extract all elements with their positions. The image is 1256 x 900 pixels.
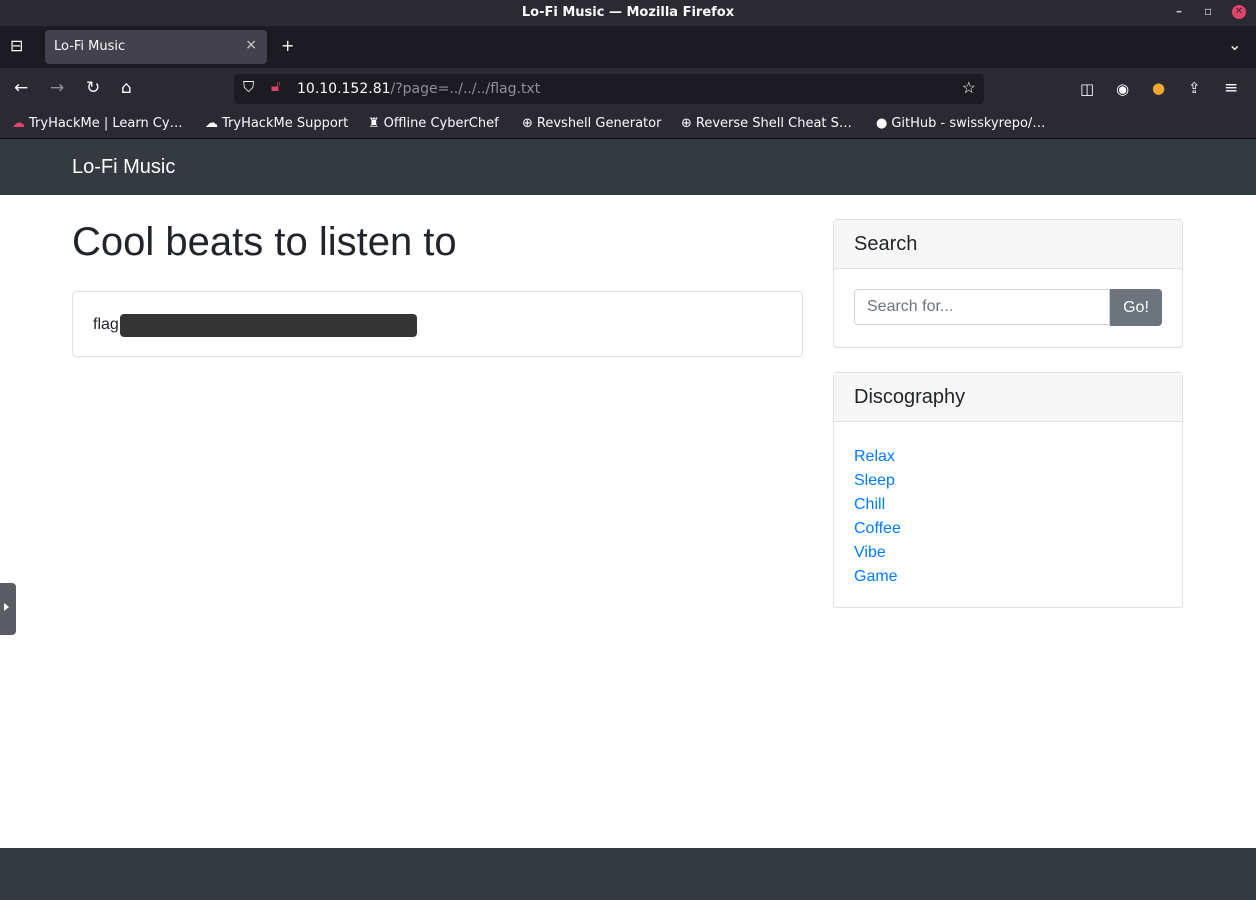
- close-tab-icon[interactable]: ×: [245, 37, 257, 53]
- site-footer: [0, 848, 1256, 900]
- search-card-header: Search: [834, 220, 1182, 269]
- window-titlebar: Lo-Fi Music — Mozilla Firefox – ▫ ✕: [0, 0, 1256, 26]
- side-panel-handle[interactable]: [0, 583, 16, 635]
- list-item: Relax: [854, 445, 901, 469]
- list-item: Chill: [854, 493, 901, 517]
- bookmark-revshell-generator[interactable]: ⊕ Revshell Generator: [522, 116, 661, 131]
- flag-card: flag: [72, 291, 803, 357]
- globe-icon: ⊕: [681, 116, 692, 131]
- list-item: Game: [854, 565, 901, 589]
- discography-link-chill[interactable]: Chill: [854, 496, 885, 513]
- tab-overview-icon[interactable]: ⊟: [10, 36, 23, 55]
- bookmark-offline-cyberchef[interactable]: ♜ Offline CyberChef: [368, 116, 499, 131]
- discography-card-header: Discography: [834, 373, 1182, 422]
- list-item: Sleep: [854, 469, 901, 493]
- menu-icon[interactable]: ≡: [1224, 78, 1238, 98]
- share-icon[interactable]: ⇪: [1188, 79, 1201, 97]
- url-host: 10.10.152.81: [297, 81, 391, 97]
- bookmark-star-icon[interactable]: ☆: [962, 78, 976, 98]
- site-navbar: Lo-Fi Music: [0, 139, 1256, 195]
- url-path: /?page=../../../flag.txt: [390, 81, 541, 97]
- discography-link-coffee[interactable]: Coffee: [854, 520, 901, 537]
- search-card: Search Go!: [833, 219, 1183, 348]
- bookmark-github-swisskyrepo[interactable]: ● GitHub - swisskyrepo/…: [876, 116, 1045, 131]
- minimize-icon[interactable]: –: [1176, 4, 1182, 18]
- discography-link-relax[interactable]: Relax: [854, 448, 895, 465]
- discography-link-vibe[interactable]: Vibe: [854, 544, 886, 561]
- discography-card-title: Discography: [854, 386, 966, 408]
- home-icon[interactable]: ⌂: [121, 78, 132, 98]
- bookmark-tryhackme-support[interactable]: ☁ TryHackMe Support: [205, 116, 348, 131]
- pocket-icon[interactable]: ◫: [1080, 80, 1094, 98]
- close-window-icon[interactable]: ✕: [1232, 5, 1246, 19]
- shield-icon[interactable]: ⛉: [243, 79, 254, 96]
- discography-list: Relax Sleep Chill Coffee Vibe Game: [854, 445, 901, 589]
- discography-link-game[interactable]: Game: [854, 568, 898, 585]
- bookmark-reverse-shell-cheat[interactable]: ⊕ Reverse Shell Cheat S…: [681, 116, 852, 131]
- flag-label: flag: [93, 316, 119, 333]
- discography-card: Discography Relax Sleep Chill Coffee Vib…: [833, 372, 1183, 608]
- account-icon[interactable]: ◉: [1116, 80, 1129, 98]
- support-icon: ☁: [205, 116, 218, 131]
- go-button[interactable]: Go!: [1110, 289, 1162, 326]
- tryhackme-icon: ☁: [12, 116, 25, 131]
- navigation-toolbar: ← → ↻ ⌂ ⛉ 🔓︎ 10.10.152.81/?page=../../..…: [0, 68, 1256, 110]
- search-card-title: Search: [854, 233, 918, 255]
- site-brand[interactable]: Lo-Fi Music: [72, 156, 175, 179]
- discography-link-sleep[interactable]: Sleep: [854, 472, 895, 489]
- extension-icon[interactable]: ●: [1152, 79, 1165, 97]
- page-heading: Cool beats to listen to: [72, 220, 457, 264]
- restore-icon[interactable]: ▫: [1204, 4, 1212, 18]
- new-tab-icon[interactable]: +: [281, 36, 294, 55]
- list-tabs-chevron-icon[interactable]: ⌄: [1228, 35, 1241, 54]
- address-bar[interactable]: ⛉ 🔓︎ 10.10.152.81/?page=../../../flag.tx…: [234, 74, 984, 104]
- tab-label: Lo-Fi Music: [54, 39, 126, 54]
- tab-lofi-music[interactable]: Lo-Fi Music ×: [45, 30, 267, 64]
- insecure-lock-icon[interactable]: 🔓︎: [271, 78, 281, 95]
- list-item: Coffee: [854, 517, 901, 541]
- list-item: Vibe: [854, 541, 901, 565]
- window-title: Lo-Fi Music — Mozilla Firefox: [521, 5, 735, 20]
- back-arrow-icon[interactable]: ←: [14, 78, 28, 98]
- bookmark-tryhackme[interactable]: ☁ TryHackMe | Learn Cy…: [12, 116, 183, 131]
- forward-arrow-icon[interactable]: →: [50, 78, 64, 98]
- reload-icon[interactable]: ↻: [86, 78, 100, 98]
- github-icon: ●: [876, 116, 888, 131]
- redacted-flag-value: [120, 314, 417, 337]
- tab-bar: ⊟ Lo-Fi Music × + ⌄: [0, 26, 1256, 68]
- expand-arrow-icon: [4, 603, 9, 611]
- url-text[interactable]: 10.10.152.81/?page=../../../flag.txt: [297, 81, 540, 97]
- search-input[interactable]: [854, 289, 1110, 325]
- globe-icon: ⊕: [522, 116, 533, 131]
- chef-icon: ♜: [368, 116, 380, 131]
- bookmarks-toolbar: ☁ TryHackMe | Learn Cy… ☁ TryHackMe Suppor…: [0, 110, 1256, 139]
